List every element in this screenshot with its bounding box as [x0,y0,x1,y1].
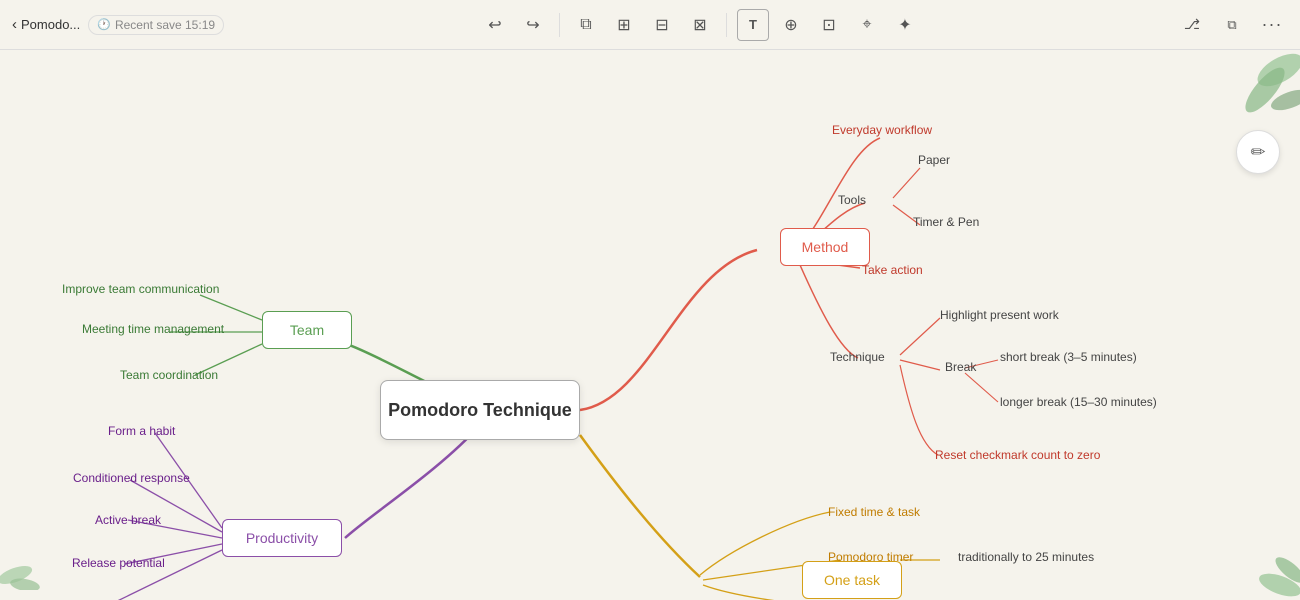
divider-2 [726,13,727,37]
back-button[interactable]: ‹ Pomodo... [12,16,80,33]
toolbar-right: ⎇ ⧉ ··· [1168,9,1288,41]
cut-button[interactable]: ⊟ [646,9,678,41]
save-time: Recent save 15:19 [115,18,215,32]
save-indicator: 🕐 Recent save 15:19 [88,15,224,35]
star-button[interactable]: ✦ [889,9,921,41]
clock-icon: 🕐 [97,18,111,31]
external-link-button[interactable]: ⧉ [1216,9,1248,41]
eraser-icon: ✏ [1250,142,1265,163]
doc-title: Pomodo... [21,17,80,32]
frame-button[interactable]: ⊠ [684,9,716,41]
undo-button[interactable]: ↩ [479,9,511,41]
toolbar: ‹ Pomodo... 🕐 Recent save 15:19 ↩ ↪ ⧉ ⊞ … [0,0,1300,50]
back-icon: ‹ [12,16,17,33]
divider-1 [559,13,560,37]
magic-eraser-button[interactable]: ✏ [1236,130,1280,174]
share-button[interactable]: ⎇ [1176,9,1208,41]
canvas[interactable]: Pomodoro Technique Method Team Productiv… [0,50,1300,600]
toolbar-left: ‹ Pomodo... 🕐 Recent save 15:19 [12,15,232,35]
central-node[interactable]: Pomodoro Technique [380,380,580,440]
team-label: Team [290,322,324,338]
team-node[interactable]: Team [262,311,352,349]
more-button[interactable]: ··· [1256,9,1288,41]
redo-button[interactable]: ↪ [517,9,549,41]
connect-button[interactable]: ⊡ [813,9,845,41]
onetask-node[interactable]: One task [802,561,902,599]
link-button[interactable]: ⌖ [851,9,883,41]
method-label: Method [802,239,849,255]
mindmap-svg [0,50,1300,600]
productivity-label: Productivity [246,530,318,546]
central-node-label: Pomodoro Technique [388,400,572,421]
method-node[interactable]: Method [780,228,870,266]
add-button[interactable]: ⊕ [775,9,807,41]
onetask-label: One task [824,572,880,588]
paste-button[interactable]: ⊞ [608,9,640,41]
text-button[interactable]: T [737,9,769,41]
productivity-node[interactable]: Productivity [222,519,342,557]
copy-button[interactable]: ⧉ [570,9,602,41]
toolbar-center: ↩ ↪ ⧉ ⊞ ⊟ ⊠ T ⊕ ⊡ ⌖ ✦ [232,9,1168,41]
